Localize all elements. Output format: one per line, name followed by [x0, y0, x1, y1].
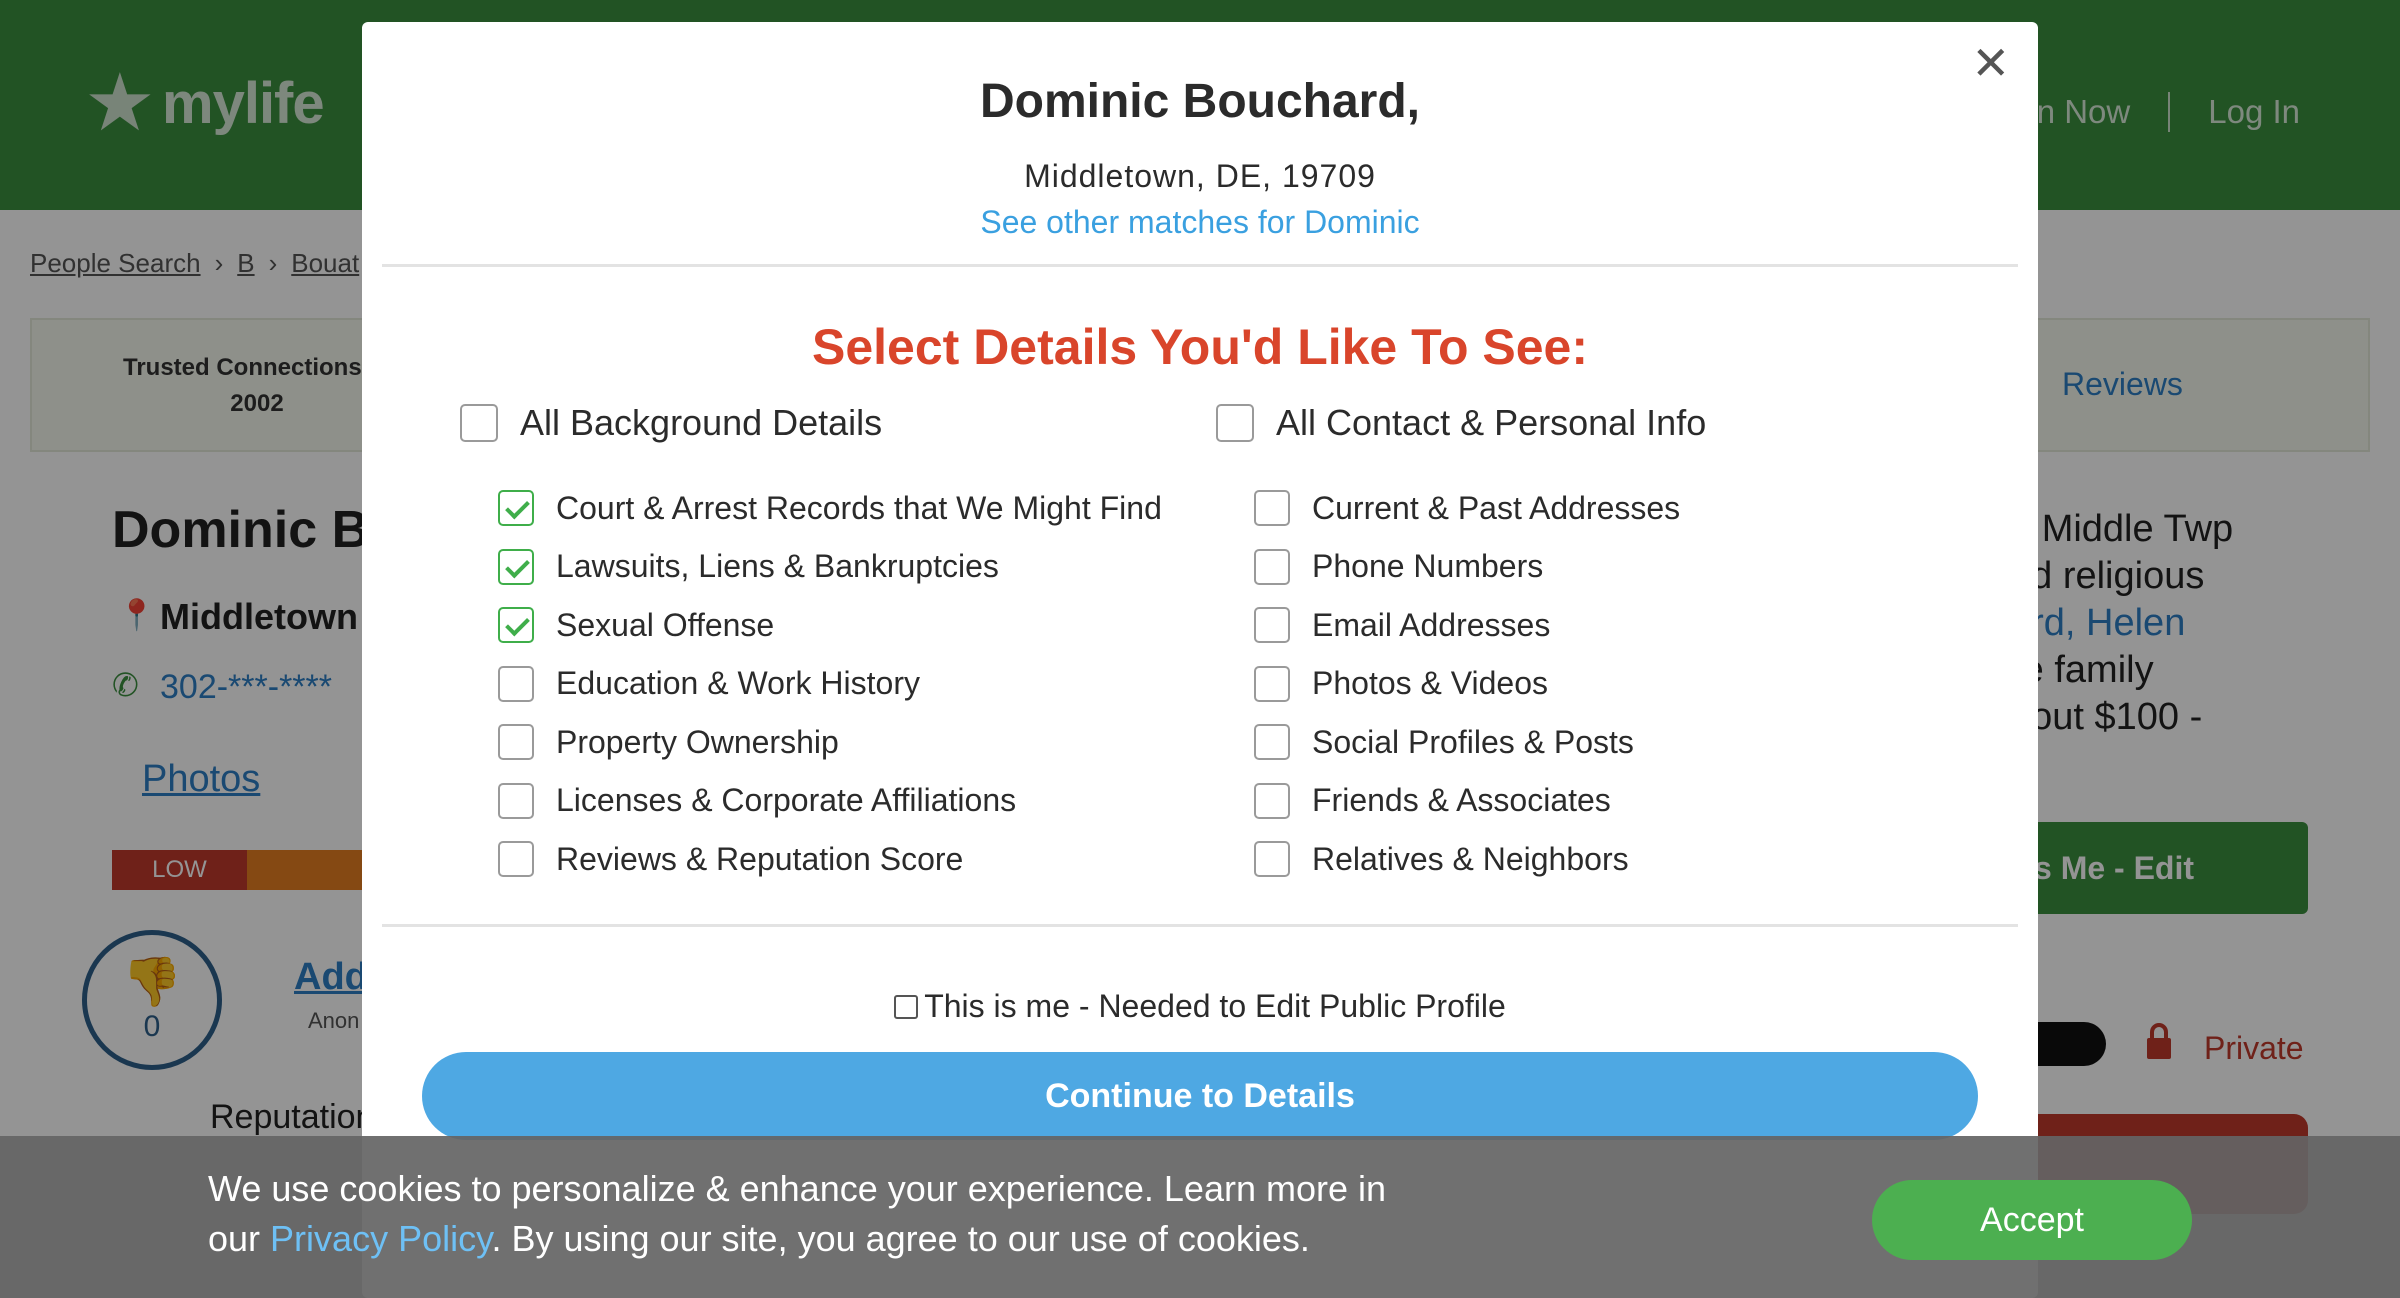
checkbox-unchecked[interactable]: [498, 665, 534, 702]
detail-option[interactable]: Property Ownership: [498, 722, 839, 762]
checkbox-unchecked[interactable]: [1254, 490, 1290, 526]
all-contact-info-label: All Contact & Personal Info: [1276, 402, 1707, 443]
detail-option-label: Sexual Offense: [556, 606, 775, 643]
detail-option[interactable]: Lawsuits, Liens & Bankruptcies: [498, 547, 999, 587]
detail-option-label: Lawsuits, Liens & Bankruptcies: [556, 548, 999, 584]
modal-person-name: Dominic Bouchard,: [979, 75, 1421, 128]
checkbox-checked[interactable]: [498, 548, 534, 585]
select-details-modal: ✕ Dominic Bouchard, Middletown, DE, 1970…: [362, 22, 2038, 1298]
checkbox-unchecked[interactable]: [498, 782, 534, 819]
see-other-matches-link[interactable]: See other matches for Dominic: [362, 204, 2038, 241]
checkbox-checked[interactable]: [498, 490, 534, 526]
cookie-message: We use cookies to personalize & enhance …: [208, 1164, 1408, 1264]
checkbox-unchecked[interactable]: [1254, 548, 1290, 585]
detail-option-label: Relatives & Neighbors: [1312, 840, 1629, 877]
detail-option-label: Current & Past Addresses: [1312, 489, 1681, 526]
detail-option[interactable]: Social Profiles & Posts: [1254, 722, 1634, 762]
detail-option[interactable]: Education & Work History: [498, 664, 920, 704]
detail-option[interactable]: Phone Numbers: [1254, 547, 1543, 587]
checkbox-unchecked[interactable]: [498, 841, 534, 877]
checkbox-unchecked[interactable]: [1254, 782, 1290, 819]
detail-option-label: Education & Work History: [556, 665, 920, 701]
detail-option-label: Property Ownership: [556, 723, 839, 760]
cookie-banner: We use cookies to personalize & enhance …: [0, 1136, 2400, 1298]
detail-option[interactable]: Licenses & Corporate Affiliations: [498, 781, 1016, 821]
detail-option-label: Reviews & Reputation Score: [556, 840, 964, 877]
detail-option[interactable]: Email Addresses: [1254, 605, 1550, 645]
checkbox-unchecked[interactable]: [1254, 724, 1290, 760]
detail-option-label: Social Profiles & Posts: [1312, 723, 1634, 760]
detail-option-label: Licenses & Corporate Affiliations: [556, 782, 1017, 818]
cookie-text-after: . By using our site, you agree to our us…: [491, 1218, 1310, 1259]
checkbox-checked[interactable]: [498, 607, 534, 643]
detail-option[interactable]: Court & Arrest Records that We Might Fin…: [498, 488, 1162, 528]
this-is-me-checkbox[interactable]: This is me - Needed to Edit Public Profi…: [362, 988, 2038, 1025]
modal-person-location: Middletown, DE, 19709: [1024, 158, 1376, 194]
continue-to-details-button[interactable]: Continue to Details: [422, 1052, 1978, 1140]
checkbox-unchecked[interactable]: [1254, 607, 1290, 643]
checkbox-unchecked[interactable]: [498, 724, 534, 760]
checkbox-box[interactable]: [894, 994, 919, 1019]
modal-divider: [382, 264, 2018, 267]
all-contact-info-checkbox[interactable]: All Contact & Personal Info: [1216, 402, 1706, 444]
detail-option[interactable]: Friends & Associates: [1254, 781, 1611, 821]
detail-option-label: Friends & Associates: [1312, 782, 1611, 818]
detail-option-label: Phone Numbers: [1312, 548, 1544, 584]
select-details-title: Select Details You'd Like To See:: [811, 319, 1589, 375]
accept-cookies-button[interactable]: Accept: [1872, 1180, 2192, 1260]
all-background-details-checkbox[interactable]: All Background Details: [460, 402, 882, 444]
detail-option[interactable]: Sexual Offense: [498, 605, 774, 645]
detail-option-label: Email Addresses: [1312, 606, 1551, 643]
checkbox-unchecked[interactable]: [1254, 665, 1290, 702]
detail-option[interactable]: Reviews & Reputation Score: [498, 839, 963, 879]
detail-option[interactable]: Photos & Videos: [1254, 664, 1548, 704]
checkbox-box[interactable]: [460, 404, 498, 442]
this-is-me-label: This is me - Needed to Edit Public Profi…: [924, 988, 1506, 1024]
all-background-details-label: All Background Details: [520, 402, 883, 443]
privacy-policy-link[interactable]: Privacy Policy: [270, 1218, 491, 1259]
detail-option-label: Photos & Videos: [1312, 665, 1549, 701]
checkbox-unchecked[interactable]: [1254, 841, 1290, 877]
detail-option[interactable]: Current & Past Addresses: [1254, 488, 1680, 528]
checkbox-box[interactable]: [1216, 404, 1254, 442]
detail-option-label: Court & Arrest Records that We Might Fin…: [556, 489, 1162, 526]
modal-divider: [382, 924, 2018, 927]
detail-option[interactable]: Relatives & Neighbors: [1254, 839, 1629, 879]
